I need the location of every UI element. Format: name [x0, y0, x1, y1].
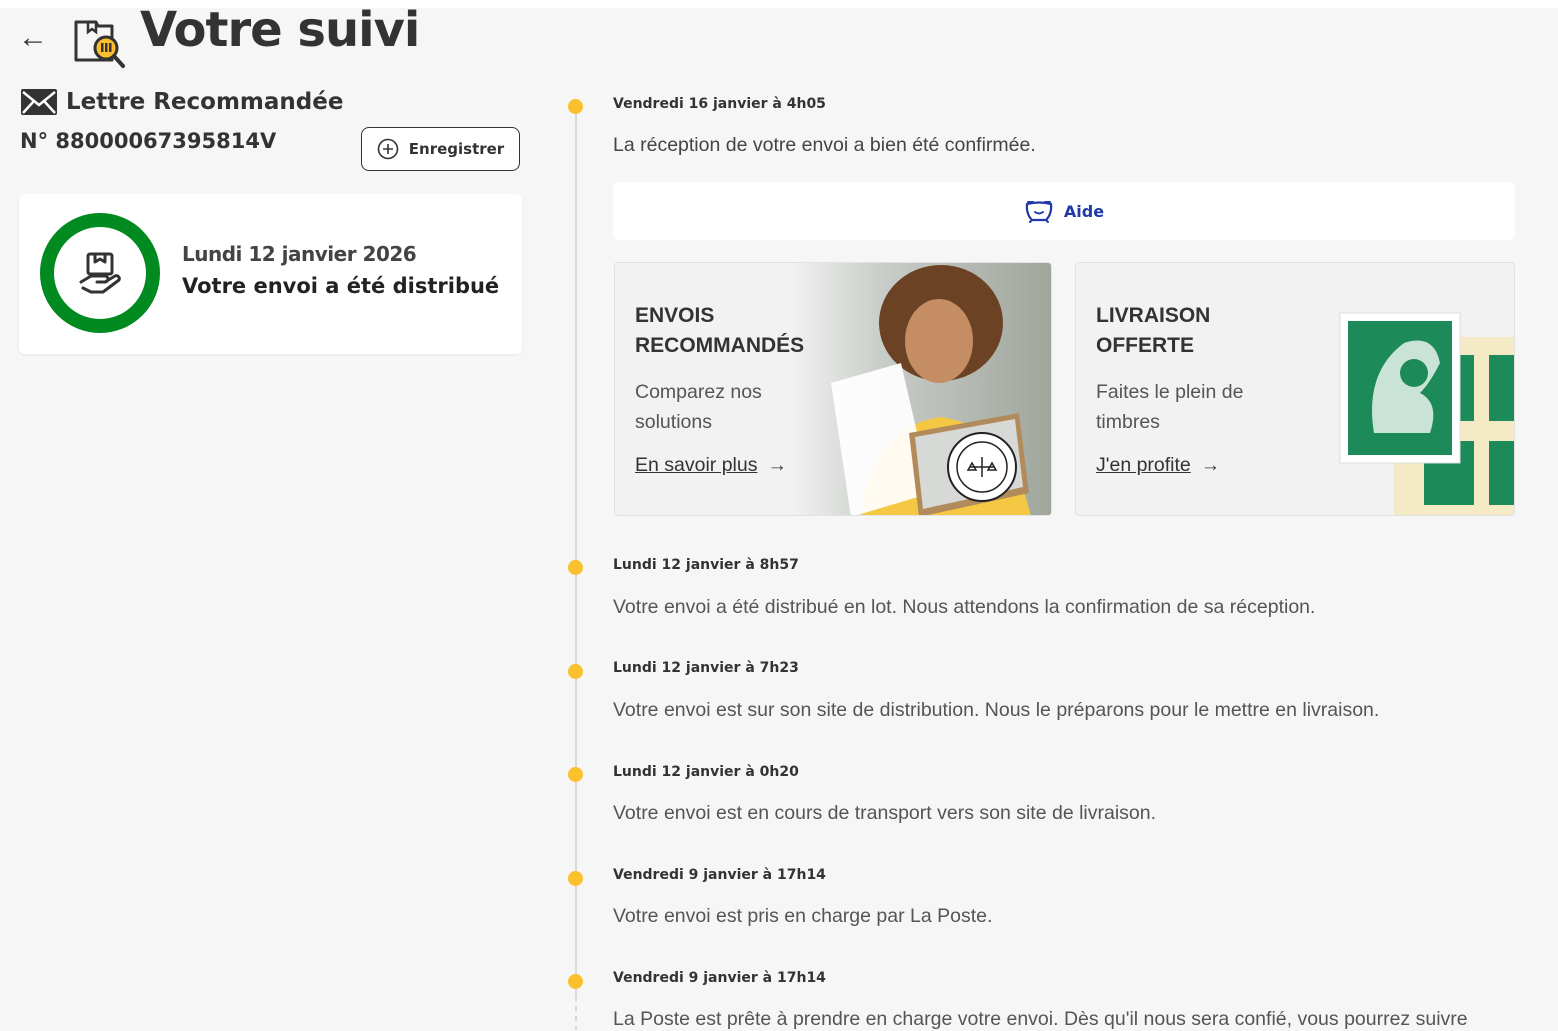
save-button-label: Enregistrer: [408, 140, 505, 158]
promo-subtitle: Comparez nos solutions: [635, 381, 762, 433]
status-date: Lundi 12 janvier 2026: [182, 242, 417, 266]
timeline-dot: [568, 974, 583, 989]
event-date: Lundi 12 janvier à 0h20: [613, 764, 799, 780]
woman-reading-illustration: [791, 263, 1051, 515]
event-date: Vendredi 9 janvier à 17h14: [613, 970, 826, 986]
event-text: Votre envoi a été distribué en lot. Nous…: [613, 596, 1316, 618]
back-arrow-icon[interactable]: ←: [18, 23, 50, 53]
stamps-illustration: [1339, 312, 1514, 515]
tracking-number: N° 88000067395814V: [20, 129, 277, 153]
alarm-clock-icon: [1025, 201, 1053, 223]
delivered-status-ring: [40, 213, 160, 333]
arrow-right-icon: →: [767, 454, 787, 476]
promo-subtitle: Faites le plein de timbres: [1096, 381, 1244, 433]
help-button[interactable]: Aide: [613, 182, 1515, 240]
timeline-line: [575, 106, 577, 996]
event-text: Votre envoi est en cours de transport ve…: [613, 802, 1157, 824]
promo-card-free-delivery[interactable]: LIVRAISON OFFERTE Faites le plein de timbr…: [1075, 262, 1515, 516]
help-label: Aide: [1063, 201, 1105, 221]
get-offer-link[interactable]: J'en profite →: [1096, 454, 1220, 477]
arrow-right-icon: →: [1200, 454, 1221, 476]
promo-title: ENVOIS RECOMMANDÉS: [635, 304, 805, 357]
plus-circle-icon: [377, 138, 399, 160]
timeline-dot: [568, 871, 583, 886]
event-text: Votre envoi est pris en charge par La Po…: [613, 905, 993, 927]
event-text: Votre envoi est sur son site de distribu…: [613, 699, 1380, 721]
event-date: Vendredi 9 janvier à 17h14: [613, 867, 826, 883]
timeline-line-end: [575, 996, 577, 1030]
page-title: Votre suivi: [140, 2, 420, 58]
shipment-type-label: Lettre Recommandée: [66, 89, 344, 115]
timeline-dot: [568, 767, 583, 782]
save-button[interactable]: Enregistrer: [361, 127, 520, 171]
event-date: Vendredi 16 janvier à 4h05: [613, 96, 826, 112]
event-date: Lundi 12 janvier à 7h23: [613, 660, 799, 676]
envelope-icon: [21, 89, 57, 115]
parcel-search-icon: [74, 20, 125, 68]
event-date: Lundi 12 janvier à 8h57: [613, 557, 799, 573]
event-text: La réception de votre envoi a bien été c…: [613, 134, 1036, 156]
status-card: Lundi 12 janvier 2026 Votre envoi a été …: [19, 194, 522, 354]
learn-more-link[interactable]: En savoir plus →: [635, 454, 787, 477]
event-text: La Poste est prête à prendre en charge v…: [613, 1008, 1468, 1030]
timeline-dot: [568, 560, 583, 575]
timeline-dot: [568, 99, 583, 114]
status-text: Votre envoi a été distribué: [182, 274, 500, 298]
timeline-dot: [568, 664, 583, 679]
promo-card-registered-mail[interactable]: ENVOIS RECOMMANDÉS Comparez nos solutions …: [614, 262, 1052, 516]
promo-title: LIVRAISON OFFERTE: [1096, 304, 1211, 357]
shipment-type: Lettre Recommandée: [20, 88, 343, 116]
